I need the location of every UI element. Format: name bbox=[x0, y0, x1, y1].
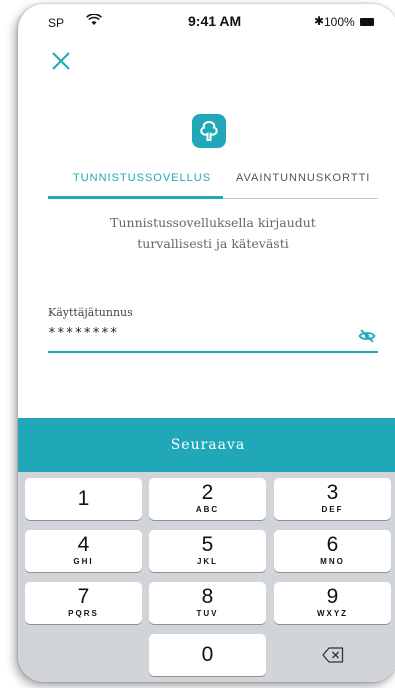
tab-bar: TUNNISTUSSOVELLUS AVAINTUNNUSKORTTI bbox=[48, 172, 378, 206]
key-3[interactable]: 3 DEF bbox=[274, 478, 391, 520]
battery-indicator: 100% bbox=[324, 15, 375, 29]
key-7-digit: 7 bbox=[77, 585, 90, 608]
key-1[interactable]: 1 bbox=[25, 478, 142, 520]
key-5-letters: JKL bbox=[196, 557, 219, 566]
key-6-letters: MNO bbox=[320, 557, 345, 566]
key-1-digit: 1 bbox=[77, 487, 90, 510]
tab-authentication-app[interactable]: TUNNISTUSSOVELLUS bbox=[73, 172, 211, 184]
key-9[interactable]: 9 WXYZ bbox=[274, 582, 391, 624]
phone-screen: SP 9:41 AM ✱ 100% TUNNISTUSSOVELLUS AVAI… bbox=[18, 4, 395, 682]
key-8-digit: 8 bbox=[201, 585, 214, 608]
key-0-digit: 0 bbox=[201, 643, 214, 666]
close-icon[interactable] bbox=[50, 50, 72, 72]
key-0[interactable]: 0 bbox=[149, 634, 266, 676]
username-label: Käyttäjätunnus bbox=[48, 306, 133, 319]
wifi-icon bbox=[86, 13, 102, 31]
clock: 9:41 AM bbox=[188, 13, 242, 29]
key-8[interactable]: 8 TUV bbox=[149, 582, 266, 624]
key-7[interactable]: 7 PQRS bbox=[25, 582, 142, 624]
numeric-keypad: 1 2 ABC 3 DEF 4 GHI 5 JKL 6 MNO 7 PQRS 8… bbox=[18, 472, 395, 682]
key-7-letters: PQRS bbox=[68, 609, 99, 618]
tab-key-code-card[interactable]: AVAINTUNNUSKORTTI bbox=[236, 172, 370, 184]
bank-logo-icon bbox=[192, 114, 226, 148]
key-4-letters: GHI bbox=[73, 557, 94, 566]
battery-percent: 100% bbox=[324, 15, 355, 29]
key-6-digit: 6 bbox=[326, 533, 339, 556]
battery-icon bbox=[360, 18, 375, 26]
backspace-icon[interactable] bbox=[274, 634, 391, 676]
key-3-digit: 3 bbox=[326, 481, 339, 504]
bluetooth-icon: ✱ bbox=[314, 14, 325, 28]
key-4-digit: 4 bbox=[77, 533, 90, 556]
key-5-digit: 5 bbox=[201, 533, 214, 556]
active-tab-indicator bbox=[48, 196, 223, 199]
key-2[interactable]: 2 ABC bbox=[149, 478, 266, 520]
next-button[interactable]: Seuraava bbox=[18, 418, 395, 472]
key-6[interactable]: 6 MNO bbox=[274, 530, 391, 572]
status-bar: SP 9:41 AM ✱ 100% bbox=[18, 4, 395, 40]
description-line-1: Tunnistussovelluksella kirjaudut bbox=[110, 215, 316, 230]
key-9-digit: 9 bbox=[326, 585, 339, 608]
key-2-letters: ABC bbox=[195, 505, 220, 514]
hide-password-icon[interactable] bbox=[358, 327, 376, 345]
username-field[interactable]: ******** bbox=[48, 326, 119, 341]
key-4[interactable]: 4 GHI bbox=[25, 530, 142, 572]
key-3-letters: DEF bbox=[321, 505, 344, 514]
username-underline bbox=[48, 351, 378, 353]
key-2-digit: 2 bbox=[201, 481, 214, 504]
carrier-label: SP bbox=[48, 16, 65, 30]
description-text: Tunnistussovelluksella kirjaudut turvall… bbox=[48, 212, 378, 254]
key-9-letters: WXYZ bbox=[316, 609, 349, 618]
key-5[interactable]: 5 JKL bbox=[149, 530, 266, 572]
key-8-letters: TUV bbox=[196, 609, 219, 618]
description-line-2: turvallisesti ja kätevästi bbox=[137, 236, 289, 251]
